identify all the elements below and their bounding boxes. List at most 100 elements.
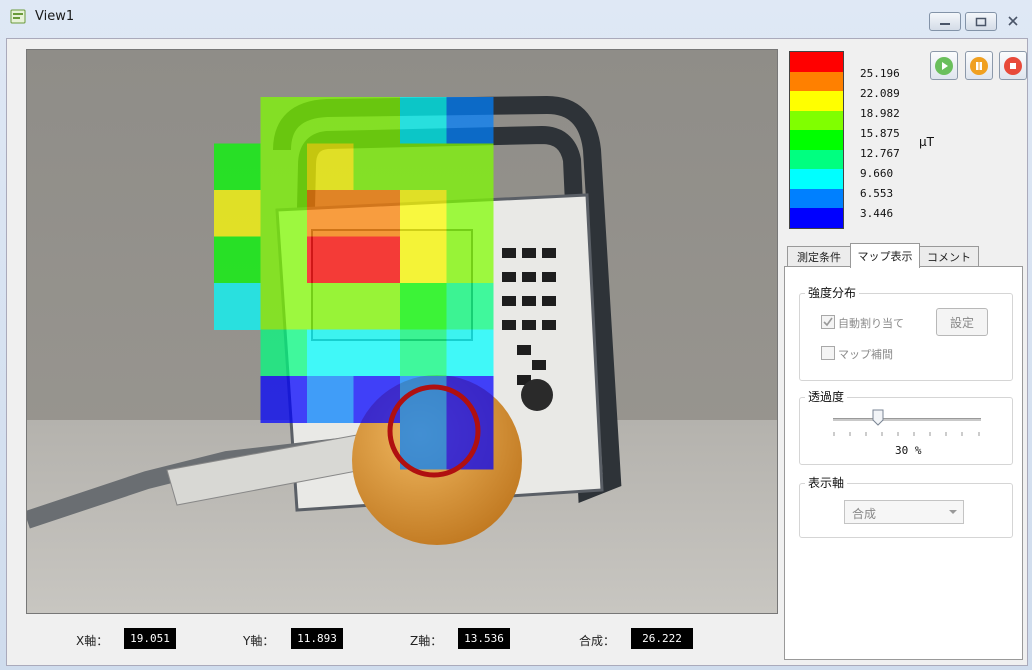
maximize-button[interactable] (965, 12, 997, 31)
heatmap-cell (400, 97, 447, 144)
heatmap-cell (260, 190, 308, 237)
heatmap-cell (214, 236, 261, 284)
legend-swatch (790, 110, 843, 131)
heatmap-cell (307, 236, 354, 284)
legend-value: 3.446 (860, 207, 894, 220)
checkmark-icon (823, 317, 833, 327)
title-bar: View1 (0, 0, 1032, 34)
heatmap-cell (260, 236, 308, 284)
legend-swatch (790, 52, 843, 72)
heatmap-cell (353, 329, 401, 377)
legend-value: 25.196 (860, 67, 900, 80)
legend-value: 15.875 (860, 127, 900, 140)
legend-swatch (790, 130, 843, 150)
legend-value: 6.553 (860, 187, 894, 200)
heatmap-cell (400, 143, 447, 191)
stop-icon (1004, 56, 1022, 75)
display-axis-group-title: 表示軸 (805, 474, 848, 491)
heatmap-cell (260, 143, 308, 191)
transparency-group-title: 透過度 (805, 388, 848, 405)
legend-swatch (790, 91, 843, 111)
heatmap-cell (353, 143, 401, 191)
intensity-group (799, 293, 1013, 381)
tab-map-display[interactable]: マップ表示 (850, 243, 920, 268)
transparency-value: 30 % (895, 444, 922, 457)
heatmap-cell (446, 143, 494, 191)
minimize-button[interactable] (929, 12, 961, 31)
heatmap-cell (307, 143, 354, 191)
z-axis-value: 13.536 (458, 628, 510, 649)
transparency-slider-thumb[interactable] (872, 409, 884, 426)
y-axis-value: 11.893 (291, 628, 343, 649)
display-axis-selected: 合成 (852, 507, 877, 521)
heatmap-cell (307, 376, 354, 423)
legend-swatch (790, 71, 843, 92)
auto-assign-checkbox[interactable] (821, 315, 835, 329)
pause-button[interactable] (965, 51, 993, 80)
legend-value: 9.660 (860, 167, 894, 180)
legend-swatch (790, 149, 843, 170)
transparency-slider-track[interactable] (833, 418, 981, 421)
heatmap-cell (260, 329, 308, 377)
map-interpolation-checkbox[interactable] (821, 346, 835, 360)
legend-value: 18.982 (860, 107, 900, 120)
heatmap-cell (446, 329, 494, 377)
close-button[interactable] (1000, 12, 1026, 29)
legend-value: 12.767 (860, 147, 900, 160)
heatmap-cell (400, 329, 447, 377)
play-icon (935, 56, 953, 75)
close-icon (1008, 15, 1018, 26)
heatmap-cell (400, 236, 447, 284)
legend-value: 22.089 (860, 87, 900, 100)
heatmap-cell (214, 283, 261, 330)
display-axis-select[interactable]: 合成 (844, 500, 964, 524)
heatmap-cell (446, 376, 494, 423)
play-button[interactable] (930, 51, 958, 80)
color-scale (789, 51, 844, 229)
intensity-group-title: 強度分布 (805, 284, 860, 301)
heatmap-cell (400, 422, 447, 470)
application-window: View1 X軸： 19.051 Y軸： 11.893 Z軸： 13.536 合… (0, 0, 1032, 670)
slider-ticks (833, 432, 980, 436)
map-interpolation-label: マップ補間 (838, 348, 893, 361)
heatmap-cell (353, 190, 401, 237)
stop-button[interactable] (999, 51, 1027, 80)
heatmap-cell (260, 97, 308, 144)
heatmap-cell (307, 329, 354, 377)
heatmap-cell (446, 190, 494, 237)
maximize-icon (975, 17, 987, 26)
legend-swatch (790, 208, 843, 228)
minimize-icon (940, 22, 950, 25)
z-axis-label: Z軸： (410, 634, 443, 648)
heatmap-cell (353, 236, 401, 284)
heatmap-cell (446, 422, 494, 470)
heatmap-cell (400, 376, 447, 423)
y-axis-label: Y軸： (243, 634, 275, 648)
x-axis-value: 19.051 (124, 628, 176, 649)
pause-icon (970, 56, 988, 75)
document-icon (10, 9, 26, 24)
heatmap-cell (214, 190, 261, 237)
heatmap-cell (446, 283, 494, 330)
heatmap-cell (446, 97, 494, 144)
camera-image (27, 50, 777, 613)
heatmap-cell (307, 97, 354, 144)
heatmap-cell (214, 143, 261, 191)
tab-measurement-conditions[interactable]: 測定条件 (787, 246, 851, 267)
legend-swatch (790, 169, 843, 189)
chevron-down-icon (949, 510, 957, 514)
legend-unit: μT (919, 135, 934, 149)
heatmap-cell (400, 190, 447, 237)
tab-comment[interactable]: コメント (919, 246, 979, 267)
heatmap-cell (307, 283, 354, 330)
auto-assign-label: 自動割り当て (838, 317, 904, 330)
settings-button[interactable]: 設定 (936, 308, 988, 336)
legend-swatch (790, 188, 843, 209)
heatmap-cell (260, 283, 308, 330)
x-axis-label: X軸： (76, 634, 109, 648)
heatmap-cell (260, 376, 308, 423)
heatmap-cell (353, 283, 401, 330)
heatmap-cell (307, 190, 354, 237)
camera-view (26, 49, 778, 614)
window-title: View1 (35, 9, 75, 24)
